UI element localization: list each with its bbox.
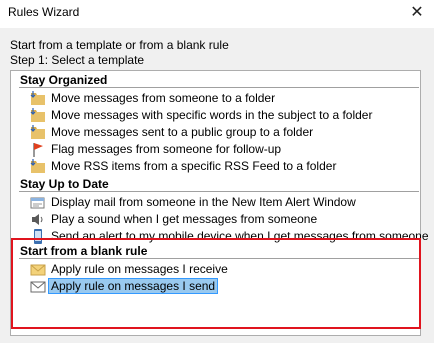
step-label: Step 1: Select a template <box>10 53 145 67</box>
template-move-from-someone[interactable]: Move messages from someone to a folder <box>29 90 419 107</box>
template-play-sound[interactable]: Play a sound when I get messages from so… <box>29 211 419 228</box>
group-divider <box>19 87 419 88</box>
intro-text: Start from a template or from a blank ru… <box>10 38 229 52</box>
folder-arrow-icon <box>30 108 45 122</box>
group-heading-stay-up-to-date: Stay Up to Date <box>20 177 109 191</box>
template-move-public-group[interactable]: Move messages sent to a public group to … <box>29 124 419 141</box>
template-label: Move messages from someone to a folder <box>51 91 276 105</box>
template-move-rss[interactable]: Move RSS items from a specific RSS Feed … <box>29 158 419 175</box>
title-bar: Rules Wizard ✕ <box>0 0 434 28</box>
template-label: Move messages sent to a public group to … <box>51 125 314 139</box>
template-label: Flag messages from someone for follow-up <box>51 142 282 156</box>
template-move-specific-words[interactable]: Move messages with specific words in the… <box>29 107 419 124</box>
group-divider <box>19 191 419 192</box>
template-flag-follow-up[interactable]: Flag messages from someone for follow-up <box>29 141 419 158</box>
template-label: Play a sound when I get messages from so… <box>51 212 318 226</box>
annotation-highlight-box <box>11 238 421 329</box>
template-label: Move RSS items from a specific RSS Feed … <box>51 159 337 173</box>
template-display-alert-window[interactable]: Display mail from someone in the New Ite… <box>29 194 419 211</box>
flag-icon <box>33 143 43 157</box>
template-label: Move messages with specific words in the… <box>51 108 373 122</box>
folder-arrow-icon <box>30 159 45 173</box>
alert-window-icon <box>30 197 45 209</box>
speaker-icon <box>32 214 43 225</box>
folder-arrow-icon <box>30 125 45 139</box>
group-heading-stay-organized: Stay Organized <box>20 73 108 87</box>
template-label: Display mail from someone in the New Ite… <box>51 195 356 209</box>
close-icon[interactable]: ✕ <box>404 2 430 24</box>
folder-arrow-icon <box>30 91 45 105</box>
window-title: Rules Wizard <box>8 5 80 19</box>
